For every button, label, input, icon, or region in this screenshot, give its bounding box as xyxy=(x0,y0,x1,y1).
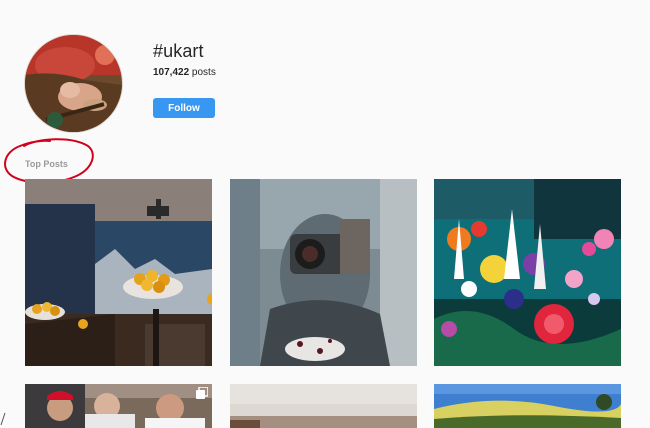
post-count: 107,422 posts xyxy=(153,67,216,78)
edge-handle-icon xyxy=(0,412,6,426)
post-count-number: 107,422 xyxy=(153,67,190,78)
post-tile[interactable] xyxy=(434,384,621,428)
post-tile[interactable] xyxy=(434,179,621,366)
post-tile[interactable] xyxy=(230,384,417,428)
hashtag-avatar xyxy=(24,34,123,133)
post-tile[interactable] xyxy=(25,179,212,366)
follow-button[interactable]: Follow xyxy=(153,98,215,118)
post-image xyxy=(25,384,212,428)
post-image xyxy=(230,384,417,428)
hashtag-title: #ukart xyxy=(153,41,204,61)
post-image xyxy=(434,384,621,428)
post-tile[interactable] xyxy=(25,384,212,428)
multiple-posts-icon xyxy=(196,387,208,399)
post-image xyxy=(230,179,417,366)
post-image xyxy=(434,179,621,366)
post-image xyxy=(25,179,212,366)
post-tile[interactable] xyxy=(230,179,417,366)
top-posts-label: Top Posts xyxy=(25,159,68,169)
post-count-suffix: posts xyxy=(189,67,216,78)
